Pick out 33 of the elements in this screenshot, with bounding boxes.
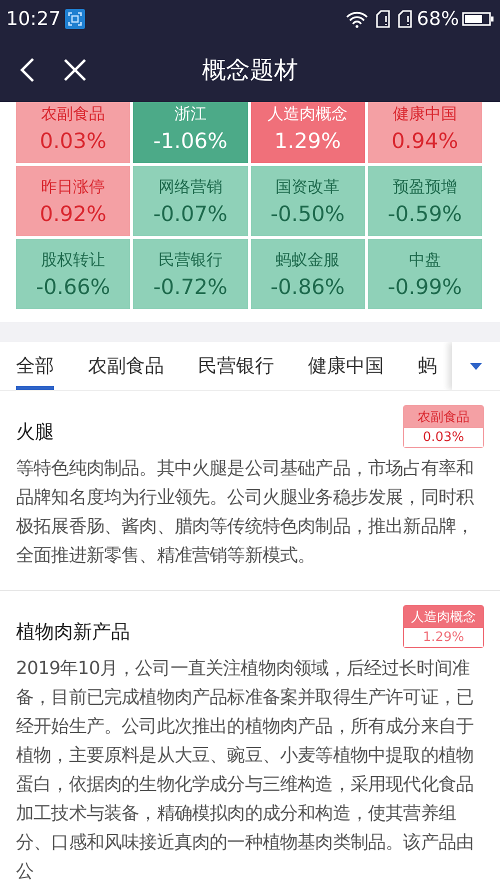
concept-tag[interactable]: 人造肉概念 1.29% (403, 605, 484, 648)
battery-icon (462, 12, 494, 26)
concept-tile[interactable]: 人造肉概念 1.29% (250, 102, 365, 163)
screenshot-icon (64, 9, 85, 29)
clock-time: 10:27 (6, 8, 61, 30)
article-text: 等特色纯肉制品。其中火腿是公司基础产品，市场占有率和品牌知名度均为行业领先。公司火腿业务稳步发展，同时积极拓展香肠、酱肉、腊肉等传统特色肉制品，推出新品牌，全面推进新零售、精准营销等新模式。 (16, 457, 475, 568)
category-tab[interactable]: 健康中国 (308, 342, 384, 390)
page-title: 概念题材 (202, 56, 298, 84)
category-tab[interactable]: 蚂 (418, 342, 437, 390)
category-tab[interactable]: 民营银行 (198, 342, 274, 390)
caret-down-icon (470, 362, 482, 370)
concept-tag[interactable]: 农副食品 0.03% (403, 405, 484, 448)
concept-tile[interactable]: 国资改革 -0.50% (250, 166, 365, 236)
concept-tile[interactable]: 网络营销 -0.07% (133, 166, 248, 236)
article-title: 植物肉新产品 (16, 620, 130, 645)
category-tab[interactable]: 农副食品 (88, 342, 164, 390)
battery-percent: 68% (416, 8, 459, 30)
concept-tile[interactable]: 农副食品 0.03% (16, 102, 130, 163)
concept-tile[interactable]: 健康中国 0.94% (368, 102, 482, 163)
article-text: 2019年10月，公司一直关注植物肉领域，后经过长时间准备，目前已完成植物肉产品标准备案并取得生产许可证，已经开始生产。公司此次推出的植物肉产品，所有成分来自于植物，主要原料是从大豆、豌豆、小麦等植物中提取的植物蛋白，依据肉的生物化学成分与三维构造，采用现代化食品加工技术与装备，精确模拟肉的成分和构造，使其营养组分、口感和风味接近真肉的一种植物基肉类制品。该产品由公 (16, 657, 475, 884)
sim-card-icon (376, 10, 390, 28)
concept-tile[interactable]: 股权转让 -0.66% (16, 239, 130, 309)
article-title: 火腿 (16, 420, 54, 445)
concept-tile[interactable]: 浙江 -1.06% (133, 102, 248, 163)
concept-tile[interactable]: 昨日涨停 0.92% (16, 166, 130, 236)
concept-tile[interactable]: 民营银行 -0.72% (133, 239, 248, 309)
wifi-icon (346, 10, 368, 28)
close-icon (62, 57, 88, 83)
sim-card-icon (398, 10, 412, 28)
concept-tile[interactable]: 预盈预增 -0.59% (368, 166, 482, 236)
concept-tile[interactable]: 蚂蚁金服 -0.86% (250, 239, 365, 309)
category-tab[interactable]: 全部 (16, 342, 54, 390)
concept-tile[interactable]: 中盘 -0.99% (368, 239, 482, 309)
